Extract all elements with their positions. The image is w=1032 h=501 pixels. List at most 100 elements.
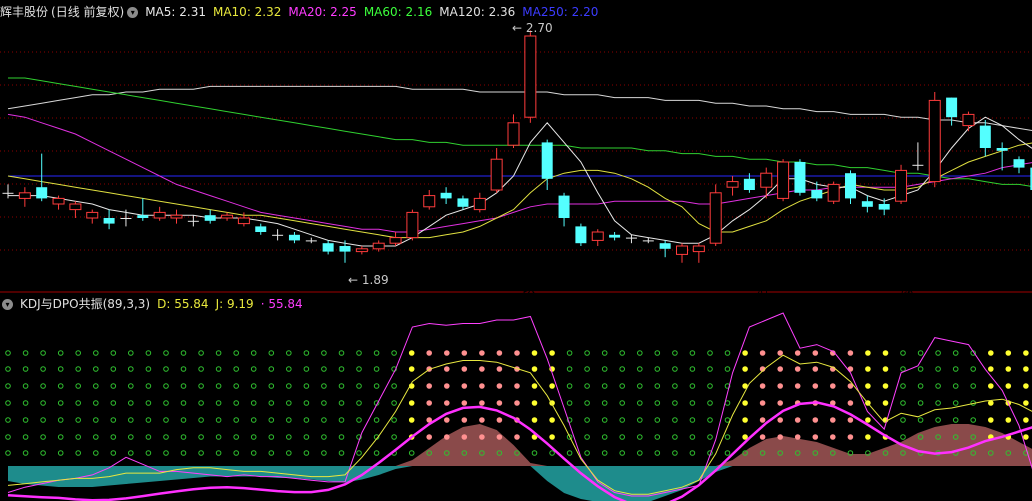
- signal-dot-42-3: [742, 400, 748, 406]
- signal-dot-28-4: [496, 417, 503, 423]
- signal-dot-31-6: [549, 450, 555, 456]
- signal-dot-32-2: [566, 383, 573, 389]
- signal-dot-6-4: [110, 417, 117, 423]
- signal-dot-0-2: [5, 383, 11, 389]
- signal-dot-7-3: [128, 400, 134, 406]
- signal-dot-13-0: [233, 350, 239, 356]
- signal-dot-34-4: [601, 417, 608, 423]
- signal-dot-53-1: [935, 366, 941, 372]
- signal-dot-32-1: [566, 366, 573, 372]
- signal-dot-5-5: [93, 434, 99, 440]
- signal-dot-6-2: [110, 383, 117, 389]
- candle-body-45: [760, 172, 773, 188]
- event-marker-rise[interactable]: 涨: [901, 281, 913, 295]
- signal-dot-51-3: [900, 400, 906, 406]
- signal-dot-54-0: [952, 350, 959, 356]
- signal-dot-43-3: [759, 400, 766, 406]
- signal-dot-41-1: [724, 366, 731, 372]
- candle-body-20: [339, 246, 351, 252]
- signal-dot-9-0: [163, 350, 169, 356]
- signal-dot-30-2: [531, 383, 538, 389]
- signal-dot-9-2: [163, 383, 169, 389]
- signal-dot-18-2: [321, 383, 327, 389]
- signal-dot-16-4: [286, 417, 292, 423]
- signal-dot-52-1: [917, 366, 924, 372]
- signal-dot-48-3: [847, 400, 854, 406]
- kdj-value-0: D: 55.84: [157, 297, 209, 311]
- kdj-dpo-subchart[interactable]: [5, 312, 1032, 501]
- signal-dot-45-4: [794, 417, 801, 423]
- candle-body-13: [221, 214, 234, 219]
- candlesticks[interactable]: [2, 30, 1032, 263]
- candle-24: [406, 209, 419, 241]
- candle-body-33: [558, 195, 570, 218]
- signal-dot-13-5: [233, 434, 239, 440]
- signal-dot-19-3: [338, 400, 345, 406]
- signal-dot-1-5: [22, 434, 29, 440]
- signal-dot-28-5: [496, 434, 503, 440]
- signal-dot-29-0: [514, 350, 520, 356]
- signal-dot-3-0: [57, 350, 64, 356]
- candle-34: [575, 223, 587, 246]
- signal-dot-57-0: [1005, 350, 1012, 356]
- signal-dot-57-1: [1005, 366, 1012, 372]
- signal-dot-12-2: [215, 383, 222, 389]
- signal-dot-46-4: [812, 417, 819, 423]
- signal-dot-21-6: [373, 450, 380, 456]
- signal-dot-2-1: [40, 366, 46, 372]
- signal-dot-17-2: [303, 383, 310, 389]
- candle-body-29: [490, 158, 503, 191]
- signal-dot-20-4: [356, 417, 362, 423]
- signal-dot-14-1: [250, 366, 257, 372]
- candle-body-47: [794, 162, 806, 193]
- settings-dropdown-icon[interactable]: ▾: [127, 6, 139, 18]
- period-mode[interactable]: (日线 前复权): [51, 2, 124, 22]
- candle-body-48: [811, 190, 823, 199]
- signal-dot-7-2: [128, 383, 134, 389]
- signal-dot-27-0: [479, 350, 485, 356]
- signal-dot-7-0: [128, 350, 134, 356]
- signal-dot-35-3: [619, 400, 626, 406]
- signal-dot-56-1: [988, 366, 994, 372]
- signal-dot-16-1: [286, 366, 292, 372]
- signal-dot-2-4: [40, 417, 46, 423]
- signal-dot-3-3: [57, 400, 64, 406]
- signal-dot-17-0: [303, 350, 310, 356]
- candle-body-25: [423, 195, 436, 208]
- signal-dot-9-6: [163, 450, 169, 456]
- indicator-title[interactable]: KDJ与DPO共振(89,3,3): [20, 294, 150, 314]
- signal-dot-38-6: [672, 450, 678, 456]
- signal-dot-5-6: [93, 450, 99, 456]
- candle-54: [912, 142, 924, 171]
- indicator-dropdown-icon[interactable]: ▾: [2, 298, 13, 310]
- candle-29: [490, 148, 503, 193]
- signal-dot-25-5: [444, 434, 450, 440]
- signal-dot-19-5: [338, 434, 345, 440]
- signal-dot-50-1: [882, 366, 889, 372]
- stock-chart-canvas[interactable]: [0, 0, 1032, 501]
- stock-name[interactable]: 辉丰股份: [0, 2, 48, 22]
- signal-dot-41-4: [724, 417, 731, 423]
- signal-dot-0-3: [5, 400, 11, 406]
- signal-dot-8-5: [145, 434, 152, 440]
- signal-dot-50-3: [882, 400, 889, 406]
- candle-21: [355, 246, 368, 255]
- signal-dot-43-2: [759, 383, 766, 389]
- signal-dot-8-4: [145, 417, 152, 423]
- signal-dot-34-0: [601, 350, 608, 356]
- signal-dot-38-4: [672, 417, 678, 423]
- candle-9: [153, 206, 166, 221]
- signal-dot-27-4: [479, 417, 485, 423]
- event-marker-fall[interactable]: 跌: [523, 281, 535, 295]
- event-marker-finance[interactable]: 财: [757, 281, 769, 295]
- signal-dot-29-2: [514, 383, 520, 389]
- signal-dot-36-2: [637, 383, 643, 389]
- signal-dot-40-2: [707, 383, 713, 389]
- signal-dot-49-4: [865, 417, 871, 423]
- candle-body-35: [591, 231, 604, 241]
- signal-dot-34-2: [601, 383, 608, 389]
- signal-dot-15-4: [268, 417, 275, 423]
- signal-dot-46-0: [812, 350, 819, 356]
- candle-body-7: [120, 218, 132, 219]
- signal-dot-37-5: [654, 434, 661, 440]
